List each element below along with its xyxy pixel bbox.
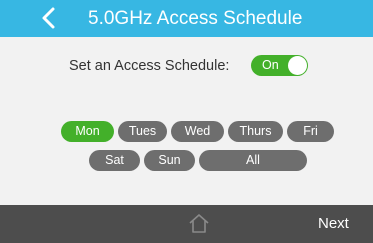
next-button[interactable]: Next	[318, 214, 349, 234]
day-button-sun[interactable]: Sun	[144, 150, 195, 171]
access-schedule-screen: 5.0GHz Access Schedule Set an Access Sch…	[0, 0, 373, 243]
toggle-state-text: On	[262, 58, 279, 72]
day-button-sat[interactable]: Sat	[89, 150, 140, 171]
home-icon	[189, 214, 209, 233]
day-button-wed[interactable]: Wed	[171, 121, 224, 142]
footer-bar: Next	[0, 205, 373, 243]
schedule-toggle-label: Set an Access Schedule:	[69, 58, 230, 74]
toggle-knob	[288, 56, 307, 75]
header-bar: 5.0GHz Access Schedule	[0, 0, 373, 37]
chevron-left-icon	[42, 7, 55, 29]
schedule-toggle-switch[interactable]: On	[251, 55, 308, 76]
home-button[interactable]	[188, 212, 210, 234]
day-button-tues[interactable]: Tues	[118, 121, 167, 142]
back-button[interactable]	[38, 5, 60, 31]
page-title: 5.0GHz Access Schedule	[88, 8, 303, 29]
schedule-toggle-row: Set an Access Schedule: On	[0, 54, 373, 78]
day-button-mon[interactable]: Mon	[61, 121, 114, 142]
day-button-all[interactable]: All	[199, 150, 307, 171]
day-button-thurs[interactable]: Thurs	[228, 121, 283, 142]
day-button-fri[interactable]: Fri	[287, 121, 334, 142]
